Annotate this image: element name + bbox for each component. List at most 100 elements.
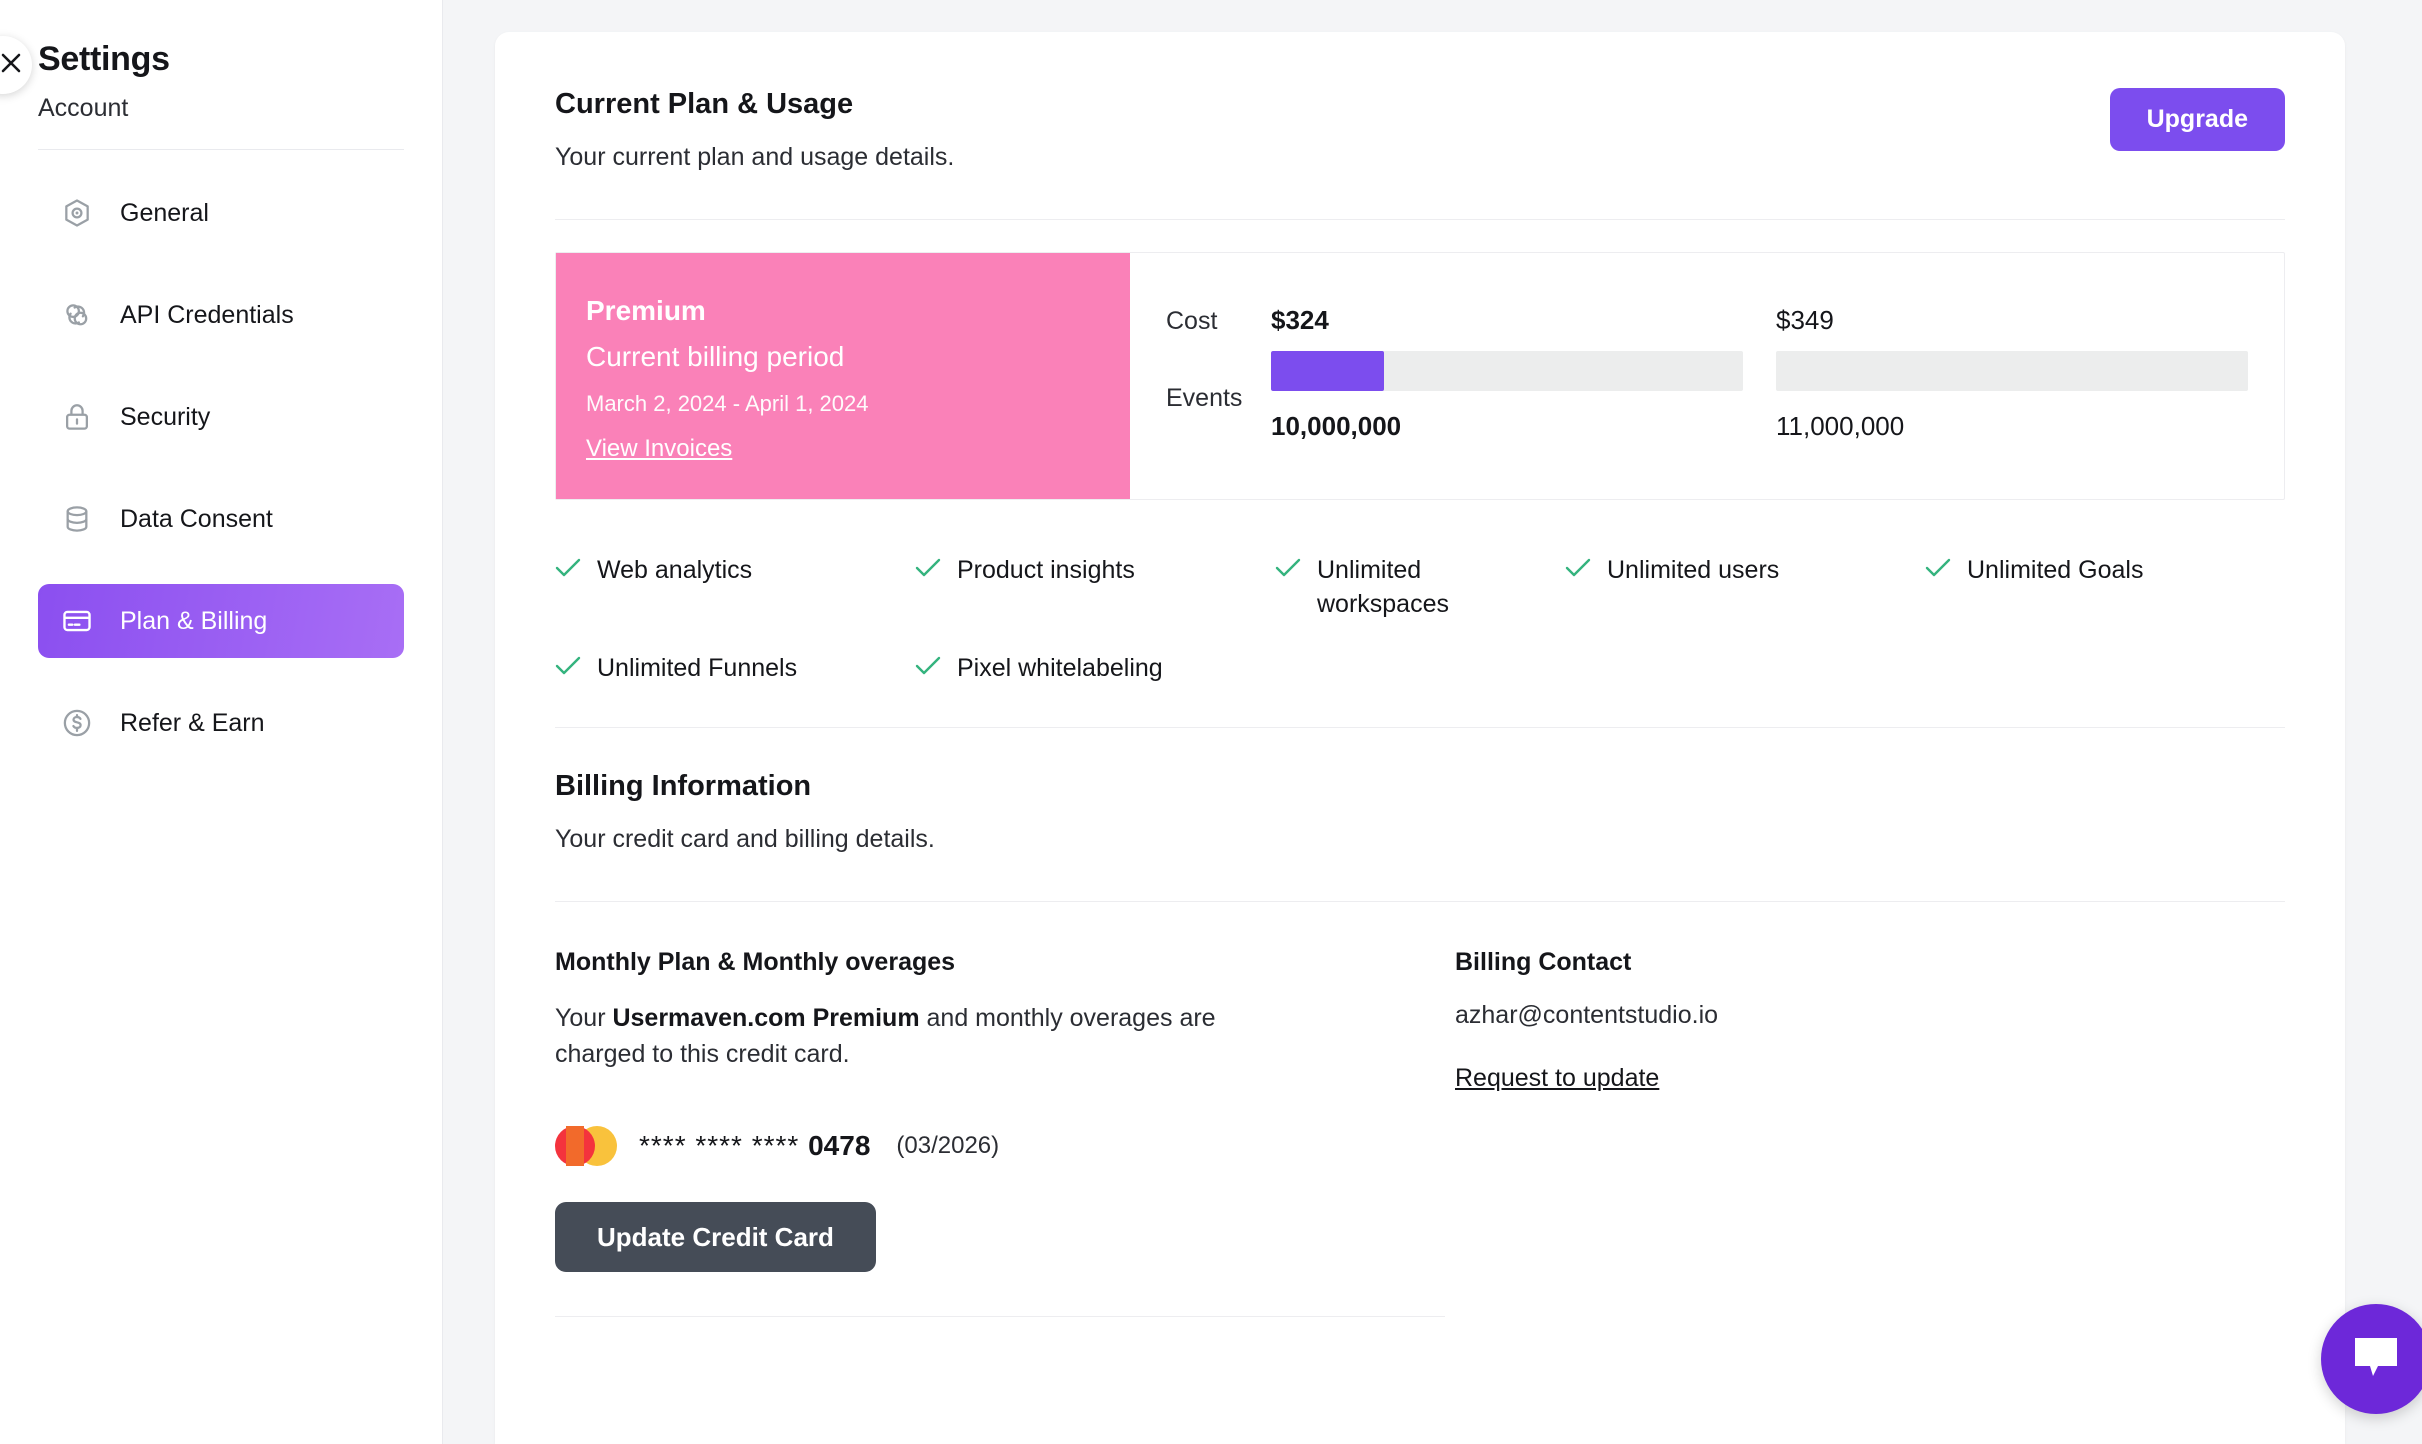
upgrade-button[interactable]: Upgrade — [2109, 88, 2285, 151]
plan-name: Premium — [586, 295, 706, 326]
card-expiry: (03/2026) — [896, 1132, 1000, 1160]
divider — [555, 727, 2285, 729]
monthly-plan-column: Monthly Plan & Monthly overages Your Use… — [555, 948, 1445, 1318]
database-icon — [60, 502, 94, 536]
feature-label: Pixel whitelabeling — [957, 653, 1163, 682]
limit-usage-bar — [1776, 351, 2248, 391]
cost-label: Cost — [1166, 307, 1218, 335]
plan-usage-title: Current Plan & Usage — [555, 88, 854, 120]
plan-name-bold: Usermaven.com Premium — [612, 1004, 920, 1033]
view-invoices-link[interactable]: View Invoices — [586, 435, 732, 463]
check-icon — [1275, 554, 1301, 583]
feature-label: Unlimited users — [1607, 556, 1780, 584]
feature-item: Unlimited users — [1565, 542, 1925, 622]
billing-contact-heading: Billing Contact — [1455, 948, 1632, 977]
limit-cost-value: $349 — [1776, 305, 1834, 335]
sidebar-item-label: General — [120, 198, 209, 227]
check-icon — [1565, 554, 1591, 583]
sidebar-item-api-credentials[interactable]: API Credentials — [38, 278, 404, 352]
feature-row: Unlimited Funnels Pixel whitelabeling — [555, 640, 2285, 686]
close-icon — [0, 52, 22, 79]
chain-link-icon — [60, 298, 94, 332]
monthly-plan-heading: Monthly Plan & Monthly overages — [555, 948, 956, 977]
sidebar-nav: General API Credentials Security Data Co… — [38, 176, 404, 760]
feature-item: Unlimited workspaces — [1275, 542, 1565, 622]
events-label: Events — [1166, 384, 1243, 412]
usage-panel: Premium Current billing period March 2, … — [555, 252, 2285, 500]
billing-columns: Monthly Plan & Monthly overages Your Use… — [555, 948, 2285, 1318]
sidebar-item-security[interactable]: Security — [38, 380, 404, 454]
check-icon — [1925, 554, 1951, 583]
feature-label: Product insights — [957, 556, 1135, 584]
text-before: Your — [555, 1004, 613, 1033]
feature-label: Web analytics — [597, 556, 753, 584]
card-masked: **** **** **** — [639, 1130, 800, 1162]
check-icon — [555, 652, 581, 681]
usage-meters: Cost Events $324 10,000,000 $349 11,000,… — [1130, 253, 2284, 499]
check-icon — [915, 554, 941, 583]
feature-item: Pixel whitelabeling — [915, 640, 1275, 686]
plan-billing-dates: March 2, 2024 - April 1, 2024 — [586, 391, 869, 416]
limit-usage-column: $349 11,000,000 — [1776, 305, 2248, 499]
settings-card: Current Plan & Usage Your current plan a… — [495, 32, 2345, 1444]
feature-item: Unlimited Goals — [1925, 542, 2285, 622]
sidebar-item-label: Data Consent — [120, 504, 273, 533]
billing-contact-column: Billing Contact azhar@contentstudio.io R… — [1445, 948, 2285, 1317]
feature-label: Unlimited Goals — [1967, 556, 2144, 584]
chat-widget-button[interactable] — [2321, 1304, 2422, 1414]
dollar-circle-icon — [60, 706, 94, 740]
divider — [555, 219, 2285, 220]
feature-label: Unlimited workspaces — [1317, 556, 1449, 618]
feature-label: Unlimited Funnels — [597, 653, 798, 682]
current-usage-bar-fill — [1271, 351, 1385, 391]
plan-period-label: Current billing period — [586, 341, 845, 372]
card-number: **** **** **** 0478 — [639, 1130, 870, 1162]
sidebar-divider — [38, 149, 404, 150]
check-icon — [555, 554, 581, 583]
request-to-update-link[interactable]: Request to update — [1455, 1064, 1659, 1093]
sidebar-item-label: Plan & Billing — [120, 606, 268, 635]
settings-sidebar: Settings Account General API Credentials… — [0, 0, 443, 1444]
mastercard-icon — [555, 1126, 617, 1167]
current-plan-card: Premium Current billing period March 2, … — [556, 253, 1130, 499]
credit-card-row: **** **** **** 0478 (03/2026) — [555, 1126, 1445, 1167]
card-last4: 0478 — [808, 1130, 871, 1162]
meter-label-column: Cost Events — [1166, 305, 1271, 499]
billing-contact-email: azhar@contentstudio.io — [1455, 1001, 1719, 1030]
sidebar-item-plan-billing[interactable]: Plan & Billing — [38, 584, 404, 658]
feature-item: Product insights — [915, 542, 1275, 622]
page-title: Settings — [38, 40, 170, 78]
billing-information-title: Billing Information — [555, 770, 812, 803]
current-cost-value: $324 — [1271, 305, 1329, 335]
chat-bubble-icon — [2351, 1334, 2401, 1385]
sidebar-item-label: Refer & Earn — [120, 708, 265, 737]
current-usage-column: $324 10,000,000 — [1271, 305, 1743, 499]
sidebar-item-refer-earn[interactable]: Refer & Earn — [38, 686, 404, 760]
plan-features: Web analytics Product insights Unlimited… — [555, 542, 2285, 685]
monthly-plan-text: Your Usermaven.com Premium and monthly o… — [555, 1001, 1235, 1072]
sidebar-item-general[interactable]: General — [38, 176, 404, 250]
divider — [555, 1316, 1445, 1318]
update-credit-card-button[interactable]: Update Credit Card — [555, 1202, 876, 1273]
lock-icon — [60, 400, 94, 434]
main-content: Current Plan & Usage Your current plan a… — [443, 0, 2422, 1444]
billing-information-description: Your credit card and billing details. — [555, 825, 935, 854]
feature-item: Unlimited Funnels — [555, 640, 915, 686]
sidebar-subtitle: Account — [38, 94, 129, 122]
divider — [555, 901, 2285, 903]
settings-page: Settings Account General API Credentials… — [0, 0, 2422, 1444]
limit-events-value: 11,000,000 — [1776, 411, 1905, 441]
current-usage-bar — [1271, 351, 1743, 391]
meter-columns: $324 10,000,000 $349 11,000,000 — [1271, 305, 2248, 499]
plan-usage-header: Current Plan & Usage Your current plan a… — [555, 88, 2285, 172]
sidebar-item-label: API Credentials — [120, 300, 294, 329]
current-events-value: 10,000,000 — [1271, 411, 1402, 441]
sidebar-item-label: Security — [120, 402, 211, 431]
check-icon — [915, 652, 941, 681]
feature-item: Web analytics — [555, 542, 915, 622]
close-panel-button[interactable] — [0, 36, 32, 94]
plan-usage-description: Your current plan and usage details. — [555, 143, 955, 171]
credit-card-icon — [60, 604, 94, 638]
sidebar-item-data-consent[interactable]: Data Consent — [38, 482, 404, 556]
hexagon-target-icon — [60, 196, 94, 230]
